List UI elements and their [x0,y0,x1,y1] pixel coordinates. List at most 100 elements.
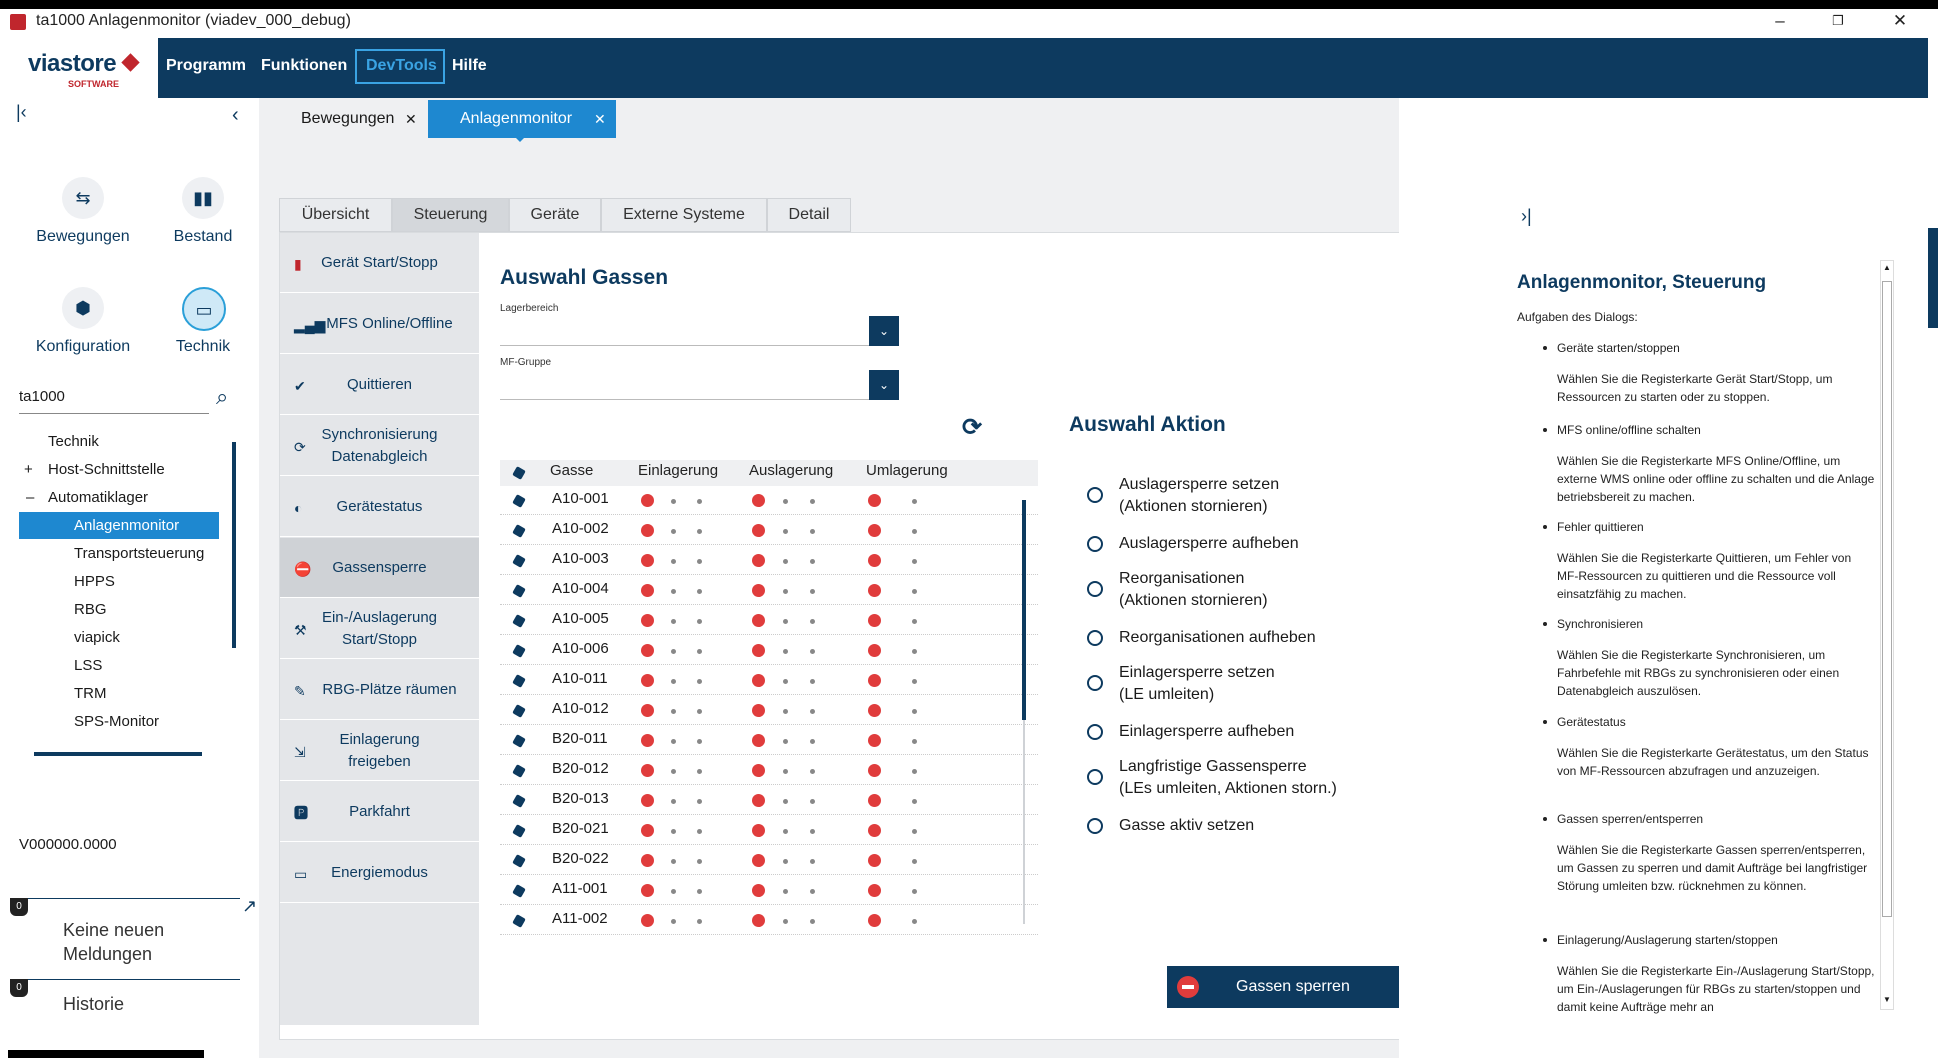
table-row[interactable]: B20-013 [500,785,1038,815]
tree-item-transport[interactable]: Transportsteuerung [74,545,204,562]
search-input[interactable]: ta1000 [19,388,209,414]
tab-close-icon[interactable]: ✕ [594,100,606,138]
menu-funktionen[interactable]: Funktionen [261,57,347,75]
table-row[interactable]: A10-012 [500,695,1038,725]
aktion-option-label[interactable]: Reorganisationen (Aktionen stornieren) [1119,568,1268,612]
minimize-button[interactable]: – [1760,11,1800,33]
close-button[interactable]: ✕ [1880,11,1920,33]
scroll-down-icon[interactable]: ▼ [1883,995,1891,1004]
bestand-nav-icon[interactable]: ▮▮ [182,177,224,219]
tree-item-rbg[interactable]: RBG [74,601,107,618]
refresh-icon[interactable]: ⟳ [962,413,982,442]
technik-nav-icon[interactable]: ▭ [182,287,226,331]
subtab-steuerung[interactable]: Steuerung [392,198,509,232]
search-icon[interactable]: ⌕ [216,384,228,410]
aktion-option-label[interactable]: Auslagersperre setzen (Aktionen storniere… [1119,474,1279,518]
menu-devtools[interactable]: DevTools [366,57,437,75]
col-gasse[interactable]: Gasse [550,462,593,479]
nav-synchronisierung[interactable]: ⟳ Synchronisierung Datenabgleich [280,416,479,476]
table-row[interactable]: A10-001 [500,485,1038,515]
table-row[interactable]: A11-002 [500,905,1038,935]
tab-anlagenmonitor[interactable]: Anlagenmonitor [460,100,572,138]
messages-text[interactable]: Keine neuen Meldungen [63,918,213,966]
table-row[interactable]: A10-003 [500,545,1038,575]
aktion-radio[interactable] [1087,630,1103,646]
window-scroll-thumb[interactable] [1928,228,1938,328]
tree-item-technik[interactable]: Technik [48,433,99,450]
table-row[interactable]: B20-022 [500,845,1038,875]
tree-item-host[interactable]: Host-Schnittstelle [48,461,165,478]
tree-item-viapick[interactable]: viapick [74,629,120,646]
aktion-option-label[interactable]: Gasse aktiv setzen [1119,815,1254,837]
nav-bewegungen-label[interactable]: Bewegungen [18,228,148,246]
aktion-option-label[interactable]: Reorganisationen aufheben [1119,627,1316,649]
nav-mfs-online[interactable]: ▂▄▆ MFS Online/Offline [280,294,479,354]
aktion-radio[interactable] [1087,536,1103,552]
tree-hscrollbar[interactable] [34,752,202,756]
mfgruppe-select[interactable]: ⌄ [500,370,899,400]
aktion-radio[interactable] [1087,724,1103,740]
table-row[interactable]: A10-006 [500,635,1038,665]
nav-energiemodus[interactable]: ▭ Energiemodus [280,843,479,903]
nav-bestand-label[interactable]: Bestand [138,228,268,246]
table-scrollbar-thumb[interactable] [1022,500,1026,720]
history-link[interactable]: Historie [63,994,124,1015]
subtab-uebersicht[interactable]: Übersicht [279,198,392,232]
gassen-sperren-button[interactable]: Gassen sperren [1167,966,1417,1008]
menu-programm[interactable]: Programm [166,57,246,75]
tree-item-hpps[interactable]: HPPS [74,573,115,590]
table-row[interactable]: A10-004 [500,575,1038,605]
help-scroll-thumb[interactable] [1882,281,1892,917]
col-einlagerung[interactable]: Einlagerung [638,462,718,479]
menu-hilfe[interactable]: Hilfe [452,57,487,75]
tree-collapse-icon[interactable]: – [26,489,34,506]
table-row[interactable]: B20-021 [500,815,1038,845]
nav-geraetestatus[interactable]: ◐ Gerätestatus [280,477,479,537]
nav-quittieren[interactable]: ✔ Quittieren [280,355,479,415]
aktion-radio[interactable] [1087,487,1103,503]
collapse-left-icon[interactable]: |‹ [16,102,27,123]
chevron-down-icon[interactable]: ⌄ [869,370,899,400]
tree-expand-icon[interactable]: + [24,461,33,478]
subtab-geraete[interactable]: Geräte [509,198,601,232]
aktion-option-label[interactable]: Einlagersperre setzen (LE umleiten) [1119,662,1275,706]
tree-item-anlagenmonitor[interactable]: Anlagenmonitor [74,517,179,534]
aktion-option-label[interactable]: Einlagersperre aufheben [1119,721,1294,743]
restore-button[interactable]: ❐ [1818,13,1858,35]
aktion-radio[interactable] [1087,581,1103,597]
chevron-left-icon[interactable]: ‹ [232,104,239,127]
nav-ein-auslagerung[interactable]: ⚒ Ein-/Auslagerung Start/Stopp [280,599,479,659]
chevron-down-icon[interactable]: ⌄ [869,316,899,346]
aktion-radio[interactable] [1087,769,1103,785]
tab-close-icon[interactable]: ✕ [405,100,417,138]
table-row[interactable]: B20-011 [500,725,1038,755]
tree-item-trm[interactable]: TRM [74,685,107,702]
tab-bewegungen[interactable]: Bewegungen [301,100,394,138]
nav-rbg-plaetze[interactable]: ✎ RBG-Plätze räumen [280,660,479,720]
expand-arrow-icon[interactable]: ↗ [242,896,257,917]
table-scrollbar-track[interactable] [1023,720,1025,924]
table-row[interactable]: A11-001 [500,875,1038,905]
tree-item-lss[interactable]: LSS [74,657,102,674]
col-umlagerung[interactable]: Umlagerung [866,462,948,479]
table-row[interactable]: A10-011 [500,665,1038,695]
scroll-up-icon[interactable]: ▲ [1883,263,1891,272]
aktion-radio[interactable] [1087,818,1103,834]
tree-item-sps[interactable]: SPS-Monitor [74,713,159,730]
nav-gassensperre[interactable]: ⛔ Gassensperre [280,538,479,598]
table-row[interactable]: A10-005 [500,605,1038,635]
tree-scrollbar[interactable] [232,442,236,648]
tree-item-automatiklager[interactable]: Automatiklager [48,489,148,506]
table-row[interactable]: B20-012 [500,755,1038,785]
aktion-option-label[interactable]: Langfristige Gassensperre (LEs umleiten, … [1119,756,1337,800]
help-scrollbar[interactable]: ▲ ▼ [1880,260,1894,1010]
subtab-detail[interactable]: Detail [767,198,851,232]
nav-konfiguration-label[interactable]: Konfiguration [18,338,148,356]
aktion-option-label[interactable]: Auslagersperre aufheben [1119,533,1299,555]
nav-geraet-start-stopp[interactable]: ▮ Gerät Start/Stopp [280,233,479,293]
collapse-right-icon[interactable]: ›| [1521,206,1532,227]
table-row[interactable]: A10-002 [500,515,1038,545]
bewegungen-nav-icon[interactable]: ⇆ [62,177,104,219]
nav-parkfahrt[interactable]: 🅿 Parkfahrt [280,782,479,842]
nav-technik-label[interactable]: Technik [138,338,268,356]
